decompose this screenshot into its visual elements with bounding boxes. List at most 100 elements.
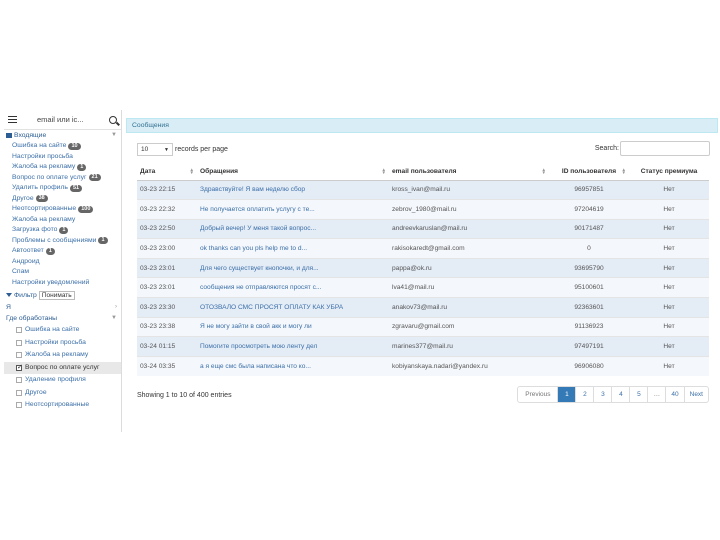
sidebar-item-label: Жалоба на рекламу bbox=[12, 163, 76, 170]
table-row[interactable]: 03-23 22:15 Здравствуйте! Я вам неделю сб… bbox=[137, 179, 709, 200]
sidebar-subitem[interactable]: Ошибка на сайте bbox=[4, 324, 121, 337]
sidebar-subitem[interactable]: Неотсортированные bbox=[4, 399, 121, 412]
sidebar-search-bar[interactable]: email или ic... bbox=[4, 110, 121, 130]
chevron-right-icon[interactable]: › bbox=[115, 302, 117, 313]
page-button[interactable]: … bbox=[648, 387, 667, 402]
page-button[interactable]: 1 bbox=[558, 387, 577, 402]
sidebar-item[interactable]: Вопрос по оплате услуг 21 bbox=[4, 173, 121, 184]
table-row[interactable]: 03-23 23:00 ok thanks can you pls help me… bbox=[137, 238, 709, 259]
sidebar-item-label: Андроид bbox=[12, 257, 40, 265]
table-row[interactable]: 03-23 22:50 Добрый вечер! У меня такой во… bbox=[137, 218, 709, 239]
cell-msg[interactable]: ok thanks can you pls help me to d... bbox=[197, 238, 389, 259]
sidebar-item[interactable]: Настройки уведомлений bbox=[4, 278, 121, 289]
sidebar-item[interactable]: Андроид bbox=[4, 257, 121, 268]
sidebar-subitem[interactable]: Другое bbox=[4, 387, 121, 400]
checkbox[interactable] bbox=[16, 389, 22, 396]
table-search: Search: bbox=[595, 141, 710, 156]
messages-table: Дата ▲ ▼ Обращения ▲ ▼ email пользователя ▲ ▼ ID … bbox=[137, 163, 709, 376]
sidebar-group-processed[interactable]: Где обработаны ▼ bbox=[4, 313, 121, 324]
table-row[interactable]: 03-23 22:32 Не получается оплатить услугу… bbox=[137, 199, 709, 220]
cell-msg[interactable]: сообщения не отправляются просят с... bbox=[197, 277, 389, 298]
sidebar-item[interactable]: Ошибка на сайте 10 bbox=[4, 141, 121, 152]
cell-email: zgravaru@gmail.com bbox=[389, 316, 549, 337]
search-input[interactable] bbox=[620, 141, 710, 156]
checkbox[interactable] bbox=[16, 327, 22, 334]
column-header[interactable]: Статус премиума bbox=[629, 163, 709, 181]
table-row[interactable]: 03-23 23:38 Я не могу зайти в свой акк и … bbox=[137, 316, 709, 337]
chevron-down-icon[interactable]: ▼ bbox=[111, 130, 117, 141]
cell-status: Нет bbox=[629, 199, 709, 220]
page-button[interactable]: 4 bbox=[612, 387, 631, 402]
sidebar-search-input[interactable]: email или ic... bbox=[23, 115, 103, 124]
count-badge: 51 bbox=[69, 184, 83, 192]
sidebar-item[interactable]: Жалоба на рекламу bbox=[4, 215, 121, 226]
checkbox[interactable] bbox=[16, 352, 22, 359]
envelope-icon bbox=[6, 133, 12, 138]
sidebar-subitem[interactable]: Удаление профиля bbox=[4, 374, 121, 387]
sidebar-group-label: Я bbox=[6, 304, 11, 311]
page-button[interactable]: Previous bbox=[518, 387, 559, 402]
cell-id: 92363601 bbox=[549, 297, 629, 318]
cell-msg[interactable]: ОТОЗВАЛО СМС ПРОСЯТ ОПЛАТУ КАК УБРА bbox=[197, 297, 389, 318]
page-button[interactable]: Next bbox=[685, 387, 708, 402]
menu-icon[interactable] bbox=[8, 115, 17, 124]
sidebar-subitem-label: Ошибка на сайте bbox=[25, 326, 80, 333]
chevron-down-icon[interactable]: ▼ bbox=[111, 313, 117, 324]
sidebar-item[interactable]: Загрузка фото 1 bbox=[4, 225, 121, 236]
cell-msg[interactable]: Помогите просмотреть мою ленту дел bbox=[197, 336, 389, 357]
sidebar-item[interactable]: Автоответ 1 bbox=[4, 246, 121, 257]
search-icon[interactable] bbox=[109, 115, 117, 124]
sidebar-item[interactable]: Удалить профиль 51 bbox=[4, 183, 121, 194]
filter-row: Фильтр Понимать bbox=[4, 288, 121, 302]
page-button[interactable]: 40 bbox=[666, 387, 685, 402]
column-header[interactable]: Обращения ▲ ▼ bbox=[197, 163, 389, 181]
checkbox[interactable] bbox=[16, 362, 23, 374]
checkbox[interactable] bbox=[16, 402, 22, 409]
cell-id: 93695790 bbox=[549, 257, 629, 278]
sidebar-item-label: Автоответ bbox=[12, 247, 44, 254]
sidebar-subitem-label: Неотсортированные bbox=[25, 401, 90, 408]
cell-msg[interactable]: а я еще смс была написана что ко... bbox=[197, 355, 389, 376]
sidebar-item[interactable]: Спам bbox=[4, 267, 121, 278]
records-per-page-select[interactable]: 10 ▼ bbox=[137, 143, 173, 156]
checkbox[interactable] bbox=[16, 339, 22, 346]
sidebar-item[interactable]: Проблемы с сообщениями 1 bbox=[4, 236, 121, 247]
sidebar-group-label: Входящие bbox=[14, 132, 47, 139]
page-button[interactable]: 5 bbox=[630, 387, 649, 402]
cell-status: Нет bbox=[629, 336, 709, 357]
sidebar-subitem[interactable]: Настройки просьба bbox=[4, 337, 121, 350]
caret-down-icon: ▼ bbox=[164, 146, 169, 153]
column-header[interactable]: email пользователя ▲ ▼ bbox=[389, 163, 549, 181]
cell-email: kobiyanskaya.nadari@yandex.ru bbox=[389, 355, 549, 376]
sidebar-subitem[interactable]: Вопрос по оплате услуг bbox=[4, 361, 121, 374]
cell-msg[interactable]: Не получается оплатить услугу с те... bbox=[197, 199, 389, 220]
records-per-page-label: records per page bbox=[175, 146, 228, 153]
sidebar-group-me[interactable]: Я › bbox=[4, 302, 121, 313]
page-button[interactable]: 3 bbox=[594, 387, 613, 402]
column-header[interactable]: ID пользователя ▲ ▼ bbox=[549, 163, 629, 181]
sidebar-subitem[interactable]: Жалоба на рекламу bbox=[4, 349, 121, 362]
sidebar-item[interactable]: Жалоба на рекламу 1 bbox=[4, 162, 121, 173]
cell-msg[interactable]: Здравствуйте! Я вам неделю сбор bbox=[197, 179, 389, 200]
page-button[interactable]: 2 bbox=[576, 387, 595, 402]
cell-date: 03-23 23:00 bbox=[137, 238, 197, 259]
table-row[interactable]: 03-24 03:35 а я еще смс была написана что… bbox=[137, 355, 709, 376]
table-row[interactable]: 03-24 01:15 Помогите просмотреть мою лент… bbox=[137, 336, 709, 357]
filter-select[interactable]: Понимать bbox=[38, 290, 75, 300]
table-row[interactable]: 03-23 23:01 сообщения не отправляются про… bbox=[137, 277, 709, 298]
column-header[interactable]: Дата ▲ ▼ bbox=[137, 163, 197, 181]
cell-msg[interactable]: Для чего существует кнопочки, и для... bbox=[197, 257, 389, 278]
table-row[interactable]: 03-23 23:01 Для чего существует кнопочки,… bbox=[137, 257, 709, 278]
sidebar-item[interactable]: Неотсортированные 100 bbox=[4, 204, 121, 215]
records-per-page-value: 10 bbox=[141, 146, 149, 153]
cell-msg[interactable]: Добрый вечер! У меня такой вопрос... bbox=[197, 218, 389, 239]
sidebar-item[interactable]: Настройки просьба bbox=[4, 152, 121, 163]
sidebar-item-label: Другое bbox=[12, 194, 34, 202]
cell-msg[interactable]: Я не могу зайти в свой акк и могу ли bbox=[197, 316, 389, 337]
sidebar-group-incoming[interactable]: Входящие ▼ bbox=[4, 130, 121, 141]
column-header-label: ID пользователя bbox=[561, 167, 617, 175]
sidebar-subitem-label: Удаление профиля bbox=[25, 376, 86, 383]
checkbox[interactable] bbox=[16, 377, 22, 384]
table-row[interactable]: 03-23 23:30 ОТОЗВАЛО СМС ПРОСЯТ ОПЛАТУ КА… bbox=[137, 297, 709, 318]
sidebar-item[interactable]: Другое 38 bbox=[4, 194, 121, 205]
